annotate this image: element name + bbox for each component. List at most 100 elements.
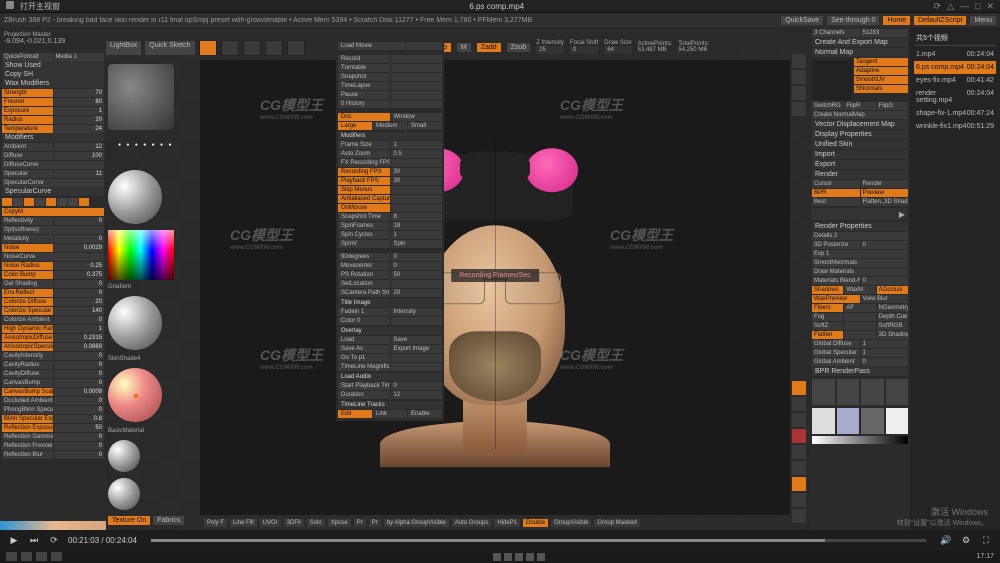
val[interactable]: 1 [54,325,105,333]
export-map-hdr[interactable]: Create And Export Map [812,38,908,47]
mp-fx-recording-fps[interactable]: FX Recording FPS [338,159,390,167]
bb-group-masked[interactable]: Group Masked [594,519,639,527]
mp-0[interactable]: 0 [391,382,443,390]
vp-btn-a[interactable] [792,493,806,507]
mp-color-0[interactable]: Color 0 [338,317,390,325]
val[interactable]: 0 [54,397,105,405]
vp-btn-1[interactable] [792,54,806,68]
mp-turntable[interactable]: Turntable [338,64,390,72]
prop-occluded-ambient[interactable]: Occluded Ambient [2,397,53,405]
val[interactable]: 0.0869 [54,343,105,351]
drawsize-value[interactable]: 64 [604,46,631,54]
floor-toggle[interactable] [792,397,806,411]
softz-btn[interactable]: SoftZ [812,322,843,330]
prop-noisecurve[interactable]: NoiseCurve [2,253,104,261]
mp-[interactable] [391,363,443,371]
val[interactable]: 1 [861,349,909,357]
mp-ps-rotation[interactable]: PS Rotation [338,271,390,279]
prop-3d-posterize[interactable]: 3D Posterize [812,241,860,249]
prop-diffuse[interactable]: Diffuse [2,152,53,160]
bb-poly-f[interactable]: Poly F [204,519,227,527]
rp-export[interactable]: Export [812,160,908,169]
flat-btn[interactable]: Flatten,,3D Shading 10 [861,198,909,206]
val[interactable]: 20 [54,298,105,306]
fog-btn[interactable]: Fog [812,313,843,321]
bb-groupvisible[interactable]: GroupVisible [551,519,591,527]
seethrough-slider[interactable]: See-through 0 [827,16,879,25]
mp-spinframes[interactable]: SpinFrames [338,222,390,230]
persp-toggle[interactable] [792,381,806,395]
color-picker[interactable] [108,230,174,280]
adaptive-btn[interactable]: Adaptive [854,67,908,75]
prop-radius[interactable]: Radius [2,116,53,124]
tray-icon[interactable] [504,553,512,561]
prop-colorize-specular[interactable]: Colorize Specular [2,307,53,315]
quicksave-button[interactable]: QuickSave [781,16,823,25]
prop-global-ambient[interactable]: Global Ambient [812,358,860,366]
modifiers-hdr[interactable]: Modifiers [2,133,104,142]
prop-copym[interactable]: CopyM [2,208,104,216]
mp-[interactable] [391,55,443,63]
playlist-item[interactable]: eyes-fix.mp400:41:42 [914,74,996,87]
snormals-btn[interactable]: SNormals [854,85,908,93]
val[interactable]: 0 [54,433,105,441]
wax-btn[interactable]: WaxM [844,286,875,294]
brush-preview[interactable] [108,64,174,130]
val[interactable]: 0 [54,442,105,450]
audio-hdr[interactable]: Load Audio [338,373,442,381]
copysh-hdr[interactable]: Copy SH [2,70,104,79]
maximize-icon[interactable]: □ [975,1,980,12]
val[interactable]: 70 [54,89,105,97]
prop-reflection-exposure[interactable]: Reflection Exposure [2,424,53,432]
val[interactable]: 0 [54,316,105,324]
mp-1[interactable]: 1 [391,231,443,239]
mp-movecenter[interactable]: Movecenter [338,262,390,270]
mp-auto-zoom[interactable]: Auto Zoom [338,150,390,158]
tray-icon[interactable] [526,553,534,561]
seek-bar[interactable] [151,539,926,542]
val[interactable]: 0 [861,277,909,285]
mp-[interactable] [391,91,443,99]
zintensity-value[interactable]: 25 [536,46,564,54]
vp-btn-4[interactable] [792,102,806,116]
zsub-toggle[interactable]: Zsub [507,43,531,52]
val[interactable]: 1 [54,107,105,115]
prop-fresnel[interactable]: Fresnel [2,98,53,106]
bb-pr[interactable]: Pr [354,519,366,527]
rotate-mode-icon[interactable] [287,40,305,56]
vp-btn-2[interactable] [792,70,806,84]
movie-modifiers-hdr[interactable]: Modifiers [338,132,442,140]
bb-auto-groups[interactable]: Auto Groups [452,519,492,527]
mp-onmouse[interactable]: OnMouse [338,204,390,212]
normalmap-hdr[interactable]: Normal Map [812,48,908,57]
prop-smoothnormals[interactable]: SmoothNormals [812,259,908,267]
mat-btn-1[interactable]: SkinShade4 [108,356,198,362]
prop-noise[interactable]: Noise [2,244,53,252]
lightbox-button[interactable]: LightBox [106,41,141,55]
mat-btn-2[interactable]: BasicMaterial [108,428,198,434]
normalmap-thumb[interactable] [812,60,852,100]
val[interactable]: 0 [54,379,105,387]
val[interactable]: 0 [54,217,105,225]
tangent-btn[interactable]: Tangent [854,58,908,66]
menu-button[interactable]: Menu [970,16,996,25]
render-btn[interactable]: Render [861,180,909,188]
bell-icon[interactable]: △ [947,1,954,12]
val[interactable]: 0 [861,358,909,366]
scale-mode-icon[interactable] [265,40,283,56]
mp-scamera-path-smooth[interactable]: SCamera Path Smooth [338,289,390,297]
prop-global-specular[interactable]: Global Specular [812,349,860,357]
mp-save[interactable]: Save [391,336,443,344]
mp-90degrees[interactable]: 90degrees [338,253,390,261]
prop-colorize-diffuse[interactable]: Colorize Diffuse [2,298,53,306]
val[interactable]: 20 [54,116,105,124]
prop-gel-shading[interactable]: Gel Shading [2,280,53,288]
rp-unified-skin[interactable]: Unified Skin [812,140,908,149]
prop-exp-1[interactable]: Exp 1 [812,250,908,258]
size-small[interactable]: Small [408,122,442,130]
mp-fadein-1[interactable]: Fadein 1 [338,308,390,316]
mp-[interactable] [391,354,443,362]
val[interactable]: 0.25 [54,262,105,270]
prop-draw-materials[interactable]: Draw Materials [812,268,908,276]
bb-double[interactable]: Double [523,519,548,527]
